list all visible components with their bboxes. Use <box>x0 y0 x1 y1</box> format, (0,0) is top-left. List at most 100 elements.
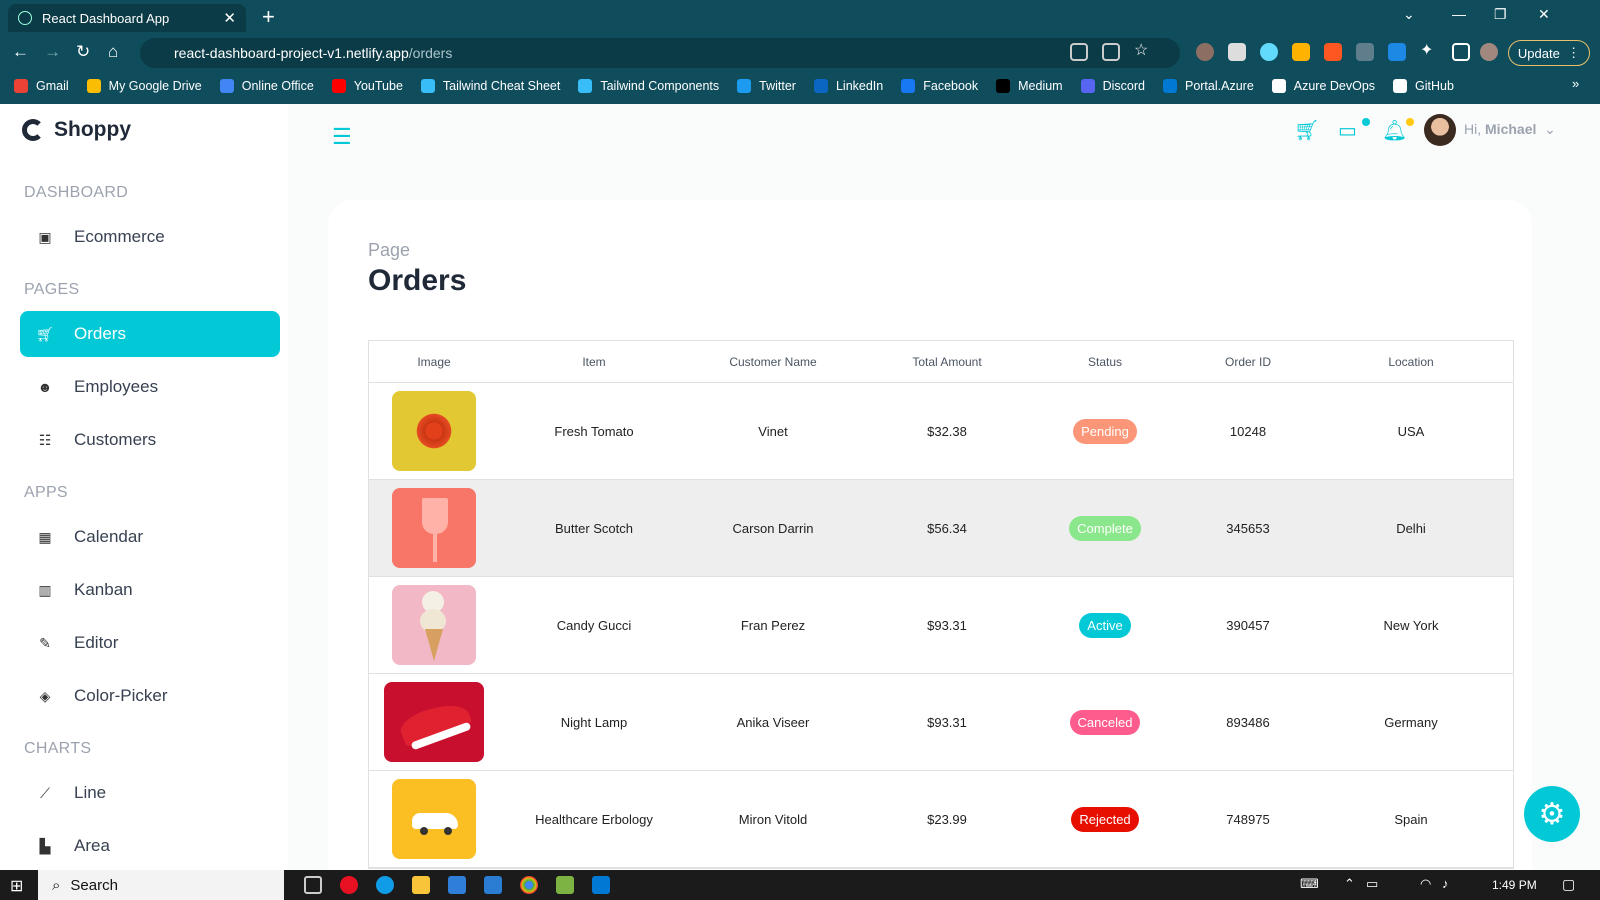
table-row[interactable]: Night Lamp Anika Viseer $93.31 Canceled 8934… <box>369 674 1513 771</box>
home-icon[interactable]: ⌂ <box>108 42 118 62</box>
bookmark-medium[interactable]: Medium <box>996 79 1063 93</box>
column-header[interactable]: Customer Name <box>689 341 857 382</box>
react-devtools-icon[interactable] <box>1260 43 1278 61</box>
mail-icon[interactable] <box>484 876 502 894</box>
extension-icon[interactable] <box>1292 43 1310 61</box>
column-header[interactable]: Item <box>499 341 689 382</box>
bookmark-twitter[interactable]: Twitter <box>737 79 796 93</box>
column-header[interactable]: Status <box>1037 341 1173 382</box>
table-row[interactable]: Candy Gucci Fran Perez $93.31 Active 390457 N… <box>369 577 1513 674</box>
image-cell <box>369 674 499 770</box>
bookmark-github[interactable]: GitHub <box>1393 79 1454 93</box>
sidebar-item-calendar[interactable]: ▦ Calendar <box>20 514 280 560</box>
battery-icon[interactable]: ▭ <box>1366 876 1378 892</box>
extension-icon[interactable] <box>1324 43 1342 61</box>
bookmark-gmail[interactable]: Gmail <box>14 79 69 93</box>
sidebar-item-line[interactable]: ⟋ Line <box>20 770 280 816</box>
windows-start-icon[interactable]: ⊞ <box>10 876 23 896</box>
sidebar-item-color-picker[interactable]: ◈ Color-Picker <box>20 673 280 719</box>
chat-icon[interactable]: ▭ <box>1338 118 1357 143</box>
bookmark-tailwind-components[interactable]: Tailwind Components <box>578 79 719 93</box>
volume-icon[interactable]: ♪ <box>1442 876 1449 891</box>
file-explorer-icon[interactable] <box>412 876 430 894</box>
menu-toggle-icon[interactable]: ☰ <box>332 124 352 150</box>
chrome-icon[interactable] <box>520 876 538 894</box>
close-tab-icon[interactable]: ✕ <box>223 9 236 27</box>
page-title: Orders <box>368 264 467 297</box>
restore-button[interactable]: ❐ <box>1494 6 1507 23</box>
settings-gear-button[interactable]: ⚙︎ <box>1524 786 1580 842</box>
amount-cell: $56.34 <box>927 520 967 536</box>
sidebar-item-editor[interactable]: ✎ Editor <box>20 620 280 666</box>
install-icon[interactable] <box>1070 43 1088 61</box>
sidebar-item-kanban[interactable]: ▥ Kanban <box>20 567 280 613</box>
cart-icon[interactable]: 🛒︎ <box>1294 118 1319 143</box>
bookmark-portal-azure[interactable]: Portal.Azure <box>1162 79 1254 93</box>
browser-tab[interactable]: React Dashboard App ✕ <box>8 4 246 32</box>
bookmark-icon <box>1080 79 1095 93</box>
page-subtitle: Page <box>368 240 411 260</box>
clock[interactable]: 1:49 PM <box>1492 878 1537 892</box>
user-avatar[interactable] <box>1424 114 1456 146</box>
bookmark-youtube[interactable]: YouTube <box>331 79 403 93</box>
sidebar-item-customers[interactable]: ☷ Customers <box>20 417 280 463</box>
location-cell: New York <box>1383 617 1439 633</box>
sidebar-item-orders[interactable]: 🛒︎ Orders <box>20 311 280 357</box>
item-cell: Candy Gucci <box>556 617 632 633</box>
bookmark-azure-devops[interactable]: Azure DevOps <box>1271 79 1375 93</box>
order-id-cell: 748975 <box>1226 811 1270 827</box>
close-window-button[interactable]: ✕ <box>1538 6 1550 23</box>
brand-logo[interactable]: Shoppy <box>22 118 131 142</box>
minimize-button[interactable]: — <box>1452 6 1466 22</box>
more-bookmarks-icon[interactable]: » <box>1572 76 1579 91</box>
update-button[interactable]: Update ⋮ <box>1508 40 1590 66</box>
forward-icon[interactable]: → <box>44 42 61 62</box>
taskbar-search[interactable]: ⌕ Search <box>38 870 284 900</box>
user-greeting[interactable]: Hi, Michael ⌄ <box>1464 121 1556 138</box>
table-row[interactable]: Healthcare Erbology Miron Vitold $23.99 Rej… <box>369 771 1513 868</box>
notepad-icon[interactable] <box>556 876 574 894</box>
address-bar[interactable]: react-dashboard-project-v1.netlify.app/o… <box>140 38 1180 68</box>
sidebar-item-area[interactable]: ▙ Area <box>20 823 280 869</box>
vscode-icon[interactable] <box>592 876 610 894</box>
bookmark-discord[interactable]: Discord <box>1080 79 1145 93</box>
edge-icon[interactable] <box>376 876 394 894</box>
notification-bell-icon[interactable]: 🔔︎ <box>1382 118 1407 143</box>
tray-chevron-icon[interactable]: ⌃ <box>1344 876 1355 892</box>
column-header[interactable]: Order ID <box>1173 341 1323 382</box>
side-panel-icon[interactable] <box>1452 43 1470 61</box>
extension-icon[interactable] <box>1228 43 1246 61</box>
extension-icon[interactable] <box>1196 43 1214 61</box>
back-icon[interactable]: ← <box>12 42 29 62</box>
bookmark-icon <box>14 79 28 93</box>
sidebar-item-employees[interactable]: ☻ Employees <box>20 364 280 410</box>
bookmark-icon <box>86 79 101 93</box>
column-header[interactable]: Image <box>369 341 499 382</box>
new-tab-button[interactable]: + <box>262 4 275 30</box>
wifi-icon[interactable]: ◠ <box>1420 876 1431 892</box>
notifications-icon[interactable]: ▢ <box>1562 876 1575 893</box>
share-icon[interactable] <box>1102 43 1120 61</box>
profile-avatar[interactable] <box>1480 43 1498 61</box>
reload-icon[interactable]: ↻ <box>76 42 90 62</box>
column-header[interactable]: Total Amount <box>857 341 1037 382</box>
bookmark-linkedin[interactable]: LinkedIn <box>813 79 883 93</box>
amount-cell: $32.38 <box>927 423 967 439</box>
bookmark-my-google-drive[interactable]: My Google Drive <box>86 79 202 93</box>
bookmark-tailwind-cheat-sheet[interactable]: Tailwind Cheat Sheet <box>420 79 560 93</box>
extensions-puzzle-icon[interactable]: ✦ <box>1420 40 1438 59</box>
table-row[interactable]: Butter Scotch Carson Darrin $56.34 Complete… <box>369 480 1513 577</box>
sidebar-item-ecommerce[interactable]: ▣ Ecommerce <box>20 214 280 260</box>
store-icon[interactable] <box>448 876 466 894</box>
tab-search-icon[interactable]: ⌄ <box>1403 6 1415 23</box>
bookmark-online-office[interactable]: Online Office <box>219 79 314 93</box>
keyboard-icon[interactable]: ⌨︎ <box>1300 876 1319 892</box>
column-header[interactable]: Location <box>1323 341 1499 382</box>
task-view-icon[interactable] <box>304 876 322 894</box>
opera-icon[interactable] <box>340 876 358 894</box>
bookmark-facebook[interactable]: Facebook <box>901 79 978 93</box>
table-row[interactable]: Fresh Tomato Vinet $32.38 Pending 10248 USA <box>369 383 1513 480</box>
extension-icon[interactable] <box>1388 43 1406 61</box>
extension-icon[interactable] <box>1356 43 1374 61</box>
bookmark-star-icon[interactable]: ☆ <box>1134 40 1152 59</box>
